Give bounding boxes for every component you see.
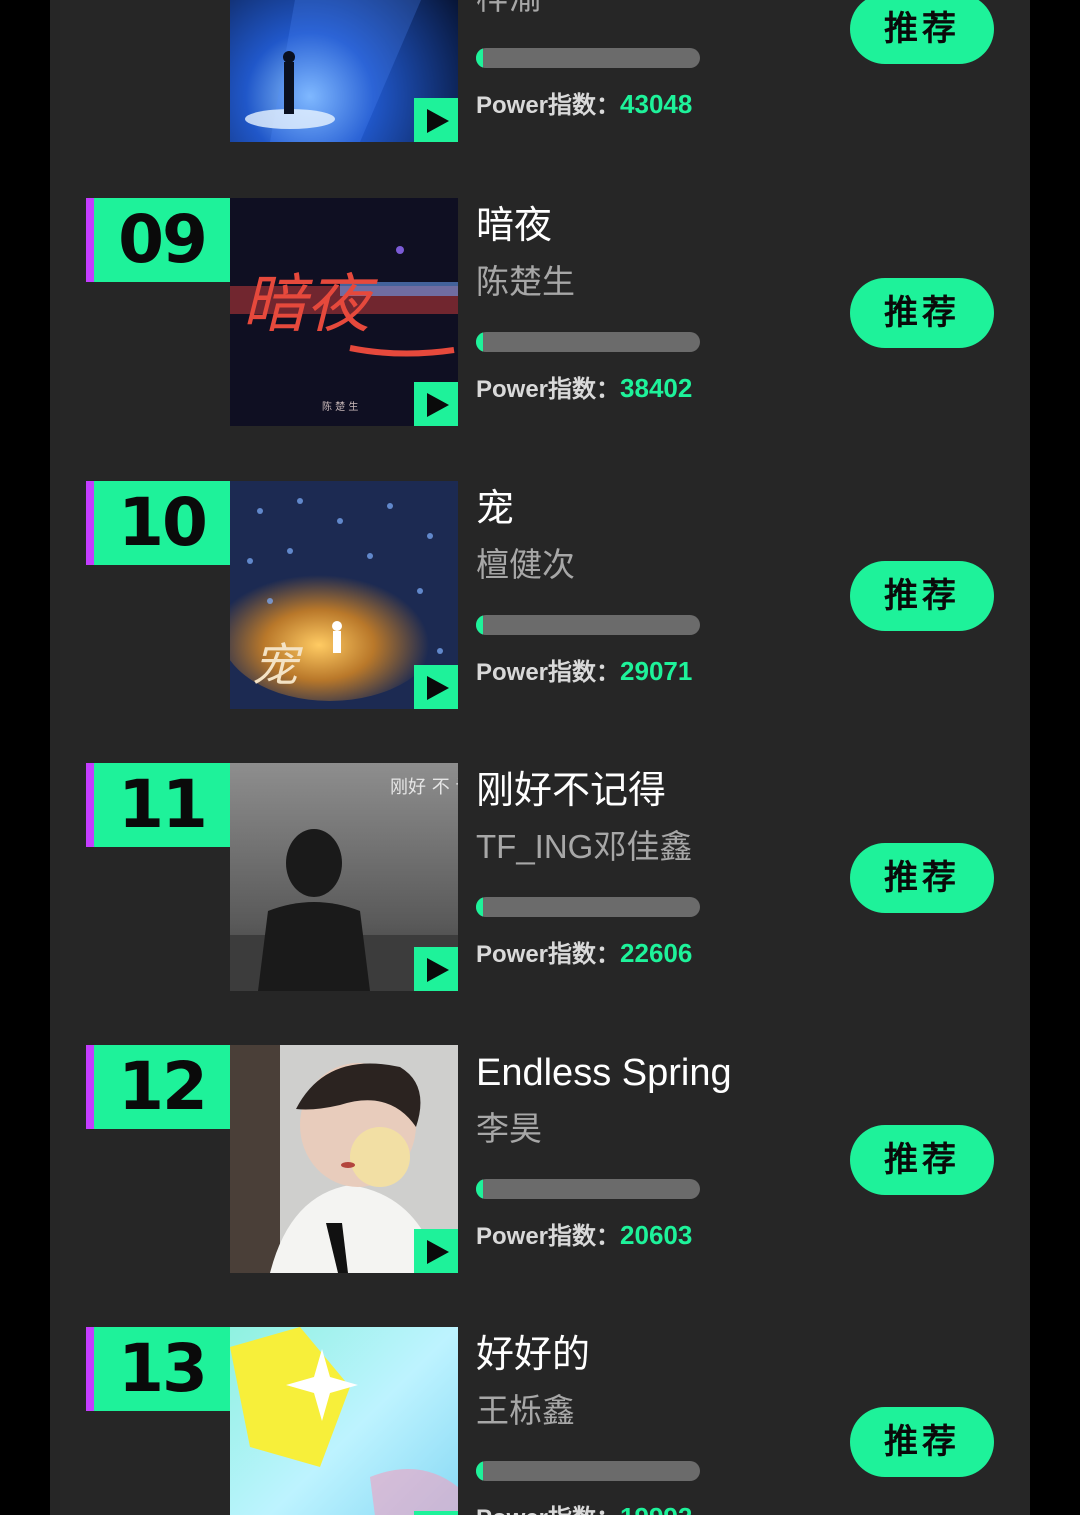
rank-badge: 11 [86,763,230,847]
rank-number: 11 [118,766,208,843]
rank-badge: 12 [86,1045,230,1129]
play-icon[interactable] [414,382,458,426]
artist-name: 李昊 [476,1110,542,1147]
chart-entry-08[interactable]: 梓渝 Power指数：43048 推荐 [50,0,1030,144]
play-icon[interactable] [414,947,458,991]
power-bar-fill [476,615,483,635]
rank-number: 09 [118,201,208,278]
album-cover[interactable] [230,1327,458,1515]
power-label: Power指数： [476,1505,620,1515]
power-value: 20603 [620,1220,693,1250]
play-icon[interactable] [414,98,458,142]
album-cover[interactable]: 暗夜 陈 楚 生 [230,198,458,426]
power-label: Power指数： [476,941,621,968]
rank-number: 10 [118,484,208,561]
album-cover[interactable]: 宠 [230,481,458,709]
cover-title-art: 暗夜 [242,268,378,342]
chart-entry-13[interactable]: 13 好好的 王栎鑫 Po [50,1327,1030,1515]
power-value: 29071 [620,656,693,686]
artist-name: 梓渝 [476,0,542,20]
artist-name: 檀健次 [476,546,575,583]
artist-name: 陈楚生 [476,263,575,300]
rank-badge: 09 [86,198,230,282]
rank-number: 13 [118,1330,208,1407]
cover-title-art: 刚好 不 记得 [390,777,458,798]
power-bar-fill [476,332,483,352]
power-value: 43048 [620,89,693,119]
play-icon[interactable] [414,1511,458,1515]
power-label: Power指数： [476,659,621,686]
power-bar-fill [476,897,483,917]
song-title: Endless Spring [476,1052,732,1094]
power-bar [476,615,700,635]
play-icon[interactable] [414,1229,458,1273]
power-bar [476,1461,700,1481]
power-bar [476,48,700,68]
power-bar-fill [476,1461,483,1481]
chart-entry-09[interactable]: 09 暗夜 陈 楚 生 暗夜 陈楚生 Power指数：38402 推荐 [50,198,1030,428]
power-bar [476,1179,700,1199]
power-bar-fill [476,1179,483,1199]
rank-badge: 13 [86,1327,230,1411]
power-bar [476,897,700,917]
album-art-image [230,1327,458,1515]
song-title: 宠 [476,488,515,530]
power-value: 38402 [620,373,693,403]
chart-entry-10[interactable]: 10 宠 宠 檀健次 Power指数：29071 推荐 [50,481,1030,711]
artist-name: TF_ING邓佳鑫 [476,828,693,865]
recommend-button[interactable]: 推荐 [850,278,994,348]
rank-number: 12 [118,1048,208,1125]
song-title: 刚好不记得 [476,770,667,812]
power-index: Power指数：19992 [476,1501,692,1515]
power-bar [476,332,700,352]
power-index: Power指数：22606 [476,937,692,971]
power-bar-fill [476,48,483,68]
cover-artist-art: 陈 楚 生 [322,400,358,413]
play-icon[interactable] [414,665,458,709]
power-value: 22606 [620,938,693,968]
chart-list-panel: 梓渝 Power指数：43048 推荐 09 暗夜 陈 楚 生 暗夜 陈楚 [50,0,1030,1515]
power-label: Power指数： [476,92,621,119]
album-cover[interactable] [230,1045,458,1273]
song-title: 好好的 [476,1334,591,1376]
cover-title-art: 宠 [252,638,303,692]
power-index: Power指数：38402 [476,372,692,406]
power-label: Power指数： [476,1223,621,1250]
power-value: 19992 [620,1502,692,1515]
power-index: Power指数：20603 [476,1219,692,1253]
recommend-button[interactable]: 推荐 [850,1125,994,1195]
power-index: Power指数：43048 [476,88,692,122]
recommend-button[interactable]: 推荐 [850,561,994,631]
power-index: Power指数：29071 [476,655,692,689]
power-label: Power指数： [476,376,621,403]
recommend-button[interactable]: 推荐 [850,1407,994,1477]
recommend-button[interactable]: 推荐 [850,843,994,913]
artist-name: 王栎鑫 [476,1392,575,1429]
song-title: 暗夜 [476,205,553,247]
chart-entry-11[interactable]: 11 刚好 不 记得 刚好不记得 TF_ING邓佳鑫 [50,763,1030,993]
album-cover[interactable]: 刚好 不 记得 [230,763,458,991]
album-cover[interactable] [230,0,458,142]
rank-badge: 10 [86,481,230,565]
recommend-button[interactable]: 推荐 [850,0,994,64]
chart-entry-12[interactable]: 12 Endless Spring 李昊 Power指数：20603 推荐 [50,1045,1030,1275]
